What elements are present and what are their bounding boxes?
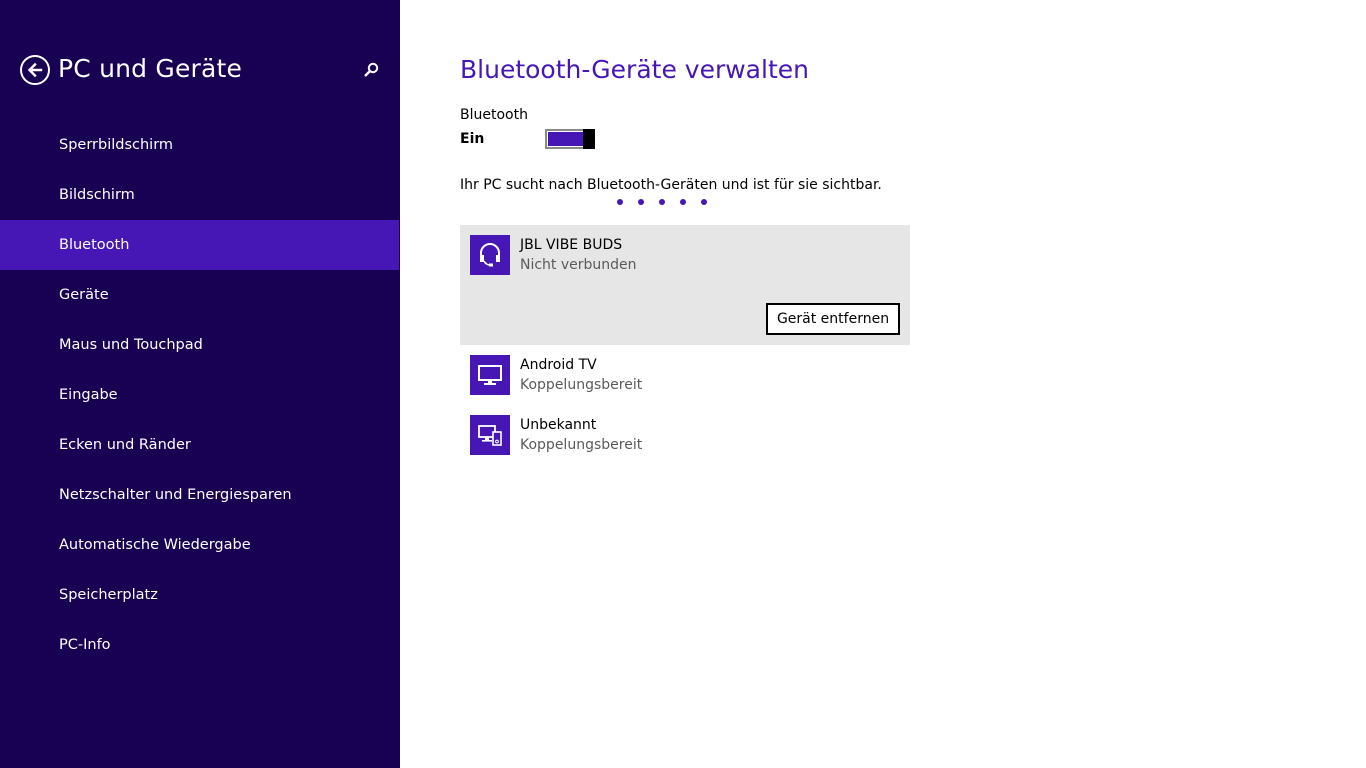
bluetooth-toggle[interactable] bbox=[545, 129, 595, 149]
device-status: Koppelungsbereit bbox=[520, 437, 643, 453]
headset-icon bbox=[470, 235, 510, 275]
device-name: Unbekannt bbox=[520, 417, 597, 433]
sidebar-item-label: Geräte bbox=[59, 287, 109, 303]
remove-device-button[interactable]: Gerät entfernen bbox=[766, 303, 900, 335]
sidebar-item-bildschirm[interactable]: Bildschirm bbox=[0, 170, 400, 220]
back-arrow-glyph bbox=[27, 62, 43, 78]
progress-dot bbox=[659, 199, 665, 205]
progress-dot bbox=[680, 199, 686, 205]
sidebar-item-pc-info[interactable]: PC-Info bbox=[0, 620, 400, 670]
sidebar-item-label: Netzschalter und Energiesparen bbox=[59, 487, 292, 503]
sidebar-item-label: Ecken und Ränder bbox=[59, 437, 191, 453]
sidebar-item-label: Bildschirm bbox=[59, 187, 135, 203]
device-status: Nicht verbunden bbox=[520, 257, 637, 273]
progress-dots bbox=[617, 199, 707, 205]
back-arrow-icon[interactable] bbox=[20, 55, 50, 85]
sidebar-item-ecken-raender[interactable]: Ecken und Ränder bbox=[0, 420, 400, 470]
toggle-thumb[interactable] bbox=[583, 129, 595, 149]
device-item-unbekannt[interactable]: Unbekannt Koppelungsbereit bbox=[460, 405, 910, 465]
page-title: Bluetooth-Geräte verwalten bbox=[460, 55, 809, 84]
sidebar-item-label: Sperrbildschirm bbox=[59, 137, 174, 153]
sidebar-item-label: Eingabe bbox=[59, 387, 118, 403]
device-item-android-tv[interactable]: Android TV Koppelungsbereit bbox=[460, 345, 910, 405]
devices-icon bbox=[470, 415, 510, 455]
device-item-jbl-vibe-buds[interactable]: JBL VIBE BUDS Nicht verbunden Gerät entf… bbox=[460, 225, 910, 345]
search-icon[interactable] bbox=[361, 60, 381, 80]
sidebar-item-autoplay[interactable]: Automatische Wiedergabe bbox=[0, 520, 400, 570]
main-content: Bluetooth-Geräte verwalten Bluetooth Ein… bbox=[460, 0, 1366, 768]
devices-glyph bbox=[478, 425, 502, 446]
sidebar-item-label: Maus und Touchpad bbox=[59, 337, 203, 353]
app-title: PC und Geräte bbox=[58, 54, 243, 83]
sidebar-item-sperrbildschirm[interactable]: Sperrbildschirm bbox=[0, 120, 400, 170]
sidebar-item-label: Bluetooth bbox=[59, 237, 130, 253]
sidebar-item-label: Speicherplatz bbox=[59, 587, 158, 603]
bluetooth-label: Bluetooth bbox=[460, 107, 528, 123]
progress-dot bbox=[617, 199, 623, 205]
sidebar-item-label: PC-Info bbox=[59, 637, 111, 653]
sidebar: PC und Geräte Sperrbildschirm Bildschirm… bbox=[0, 0, 400, 768]
sidebar-item-geraete[interactable]: Geräte bbox=[0, 270, 400, 320]
device-name: Android TV bbox=[520, 357, 597, 373]
sidebar-item-label: Automatische Wiedergabe bbox=[59, 537, 251, 553]
sidebar-item-speicherplatz[interactable]: Speicherplatz bbox=[0, 570, 400, 620]
toggle-fill bbox=[548, 132, 583, 146]
search-glyph bbox=[364, 62, 379, 77]
headset-glyph bbox=[480, 243, 500, 267]
device-list: JBL VIBE BUDS Nicht verbunden Gerät entf… bbox=[460, 225, 910, 465]
sidebar-item-maus-touchpad[interactable]: Maus und Touchpad bbox=[0, 320, 400, 370]
progress-dot bbox=[701, 199, 707, 205]
sidebar-item-bluetooth[interactable]: Bluetooth bbox=[0, 220, 399, 270]
progress-dot bbox=[638, 199, 644, 205]
bluetooth-state-label: Ein bbox=[460, 131, 485, 147]
monitor-icon bbox=[470, 355, 510, 395]
device-status: Koppelungsbereit bbox=[520, 377, 643, 393]
sidebar-item-netzschalter[interactable]: Netzschalter und Energiesparen bbox=[0, 470, 400, 520]
discovery-status-text: Ihr PC sucht nach Bluetooth-Geräten und … bbox=[460, 177, 882, 193]
sidebar-nav: Sperrbildschirm Bildschirm Bluetooth Ger… bbox=[0, 120, 400, 670]
monitor-glyph bbox=[478, 365, 502, 385]
device-name: JBL VIBE BUDS bbox=[520, 237, 623, 253]
sidebar-item-eingabe[interactable]: Eingabe bbox=[0, 370, 400, 420]
